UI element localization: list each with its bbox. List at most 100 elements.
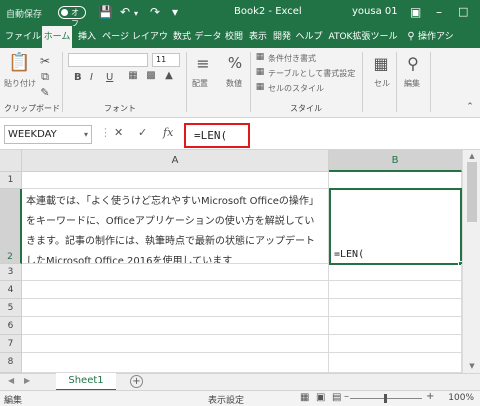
- conditional-format-icon: ▦: [255, 52, 265, 62]
- cell-a8[interactable]: [22, 353, 329, 373]
- name-box[interactable]: WEEKDAY ▾: [4, 125, 92, 144]
- undo-icon[interactable]: ↶: [120, 5, 130, 19]
- enter-icon[interactable]: ✓: [138, 126, 147, 139]
- tab-data[interactable]: データ: [194, 26, 222, 48]
- sheet-next-icon[interactable]: ▶: [24, 376, 30, 385]
- cell-a3[interactable]: [22, 264, 329, 281]
- page-layout-view-icon[interactable]: ▣: [316, 392, 325, 403]
- cell-b6[interactable]: [329, 317, 462, 335]
- minimize-icon[interactable]: –: [436, 5, 442, 19]
- vertical-scrollbar[interactable]: ▲ ▼: [462, 150, 480, 373]
- font-color-icon[interactable]: ▲: [162, 70, 176, 81]
- paste-label[interactable]: 貼り付け: [4, 78, 36, 89]
- column-header-b[interactable]: B: [329, 150, 462, 172]
- cell-a5[interactable]: [22, 299, 329, 317]
- formula-input[interactable]: =LEN(: [184, 123, 250, 148]
- cell-b4[interactable]: [329, 281, 462, 299]
- column-header-a[interactable]: A: [22, 150, 329, 172]
- paste-icon[interactable]: 📋: [8, 52, 30, 73]
- row-header-6[interactable]: 6: [0, 317, 22, 335]
- row-header-3[interactable]: 3: [0, 264, 22, 281]
- user-name[interactable]: yousa 01: [352, 6, 398, 17]
- customize-icon[interactable]: ▾: [172, 5, 178, 19]
- editing-label[interactable]: 編集: [404, 78, 420, 89]
- row-header-4[interactable]: 4: [0, 281, 22, 299]
- separator: [186, 52, 187, 112]
- number-format-icon[interactable]: %: [224, 54, 246, 72]
- sheet-prev-icon[interactable]: ◀: [8, 376, 14, 385]
- save-icon[interactable]: 💾: [98, 5, 113, 19]
- cell-b1[interactable]: [329, 172, 462, 189]
- tab-help[interactable]: ヘルプ: [294, 26, 324, 48]
- zoom-out-icon[interactable]: –: [344, 391, 349, 402]
- tab-tell-me[interactable]: 操作アシ: [418, 26, 480, 48]
- row-header-5[interactable]: 5: [0, 299, 22, 317]
- ribbon-display-icon[interactable]: ▣: [410, 5, 421, 19]
- tab-insert[interactable]: 挿入: [74, 26, 100, 48]
- row-header-1[interactable]: 1: [0, 172, 22, 189]
- tab-atok[interactable]: ATOK拡張ツール: [324, 26, 402, 48]
- cell-styles-button[interactable]: セルのスタイル: [268, 83, 324, 94]
- chevron-down-icon[interactable]: ▾: [84, 126, 88, 143]
- cell-b3[interactable]: [329, 264, 462, 281]
- cell-b8[interactable]: [329, 353, 462, 373]
- format-painter-icon[interactable]: ✎: [38, 86, 52, 99]
- font-name-combo[interactable]: [68, 53, 148, 67]
- zoom-slider-knob[interactable]: [384, 394, 387, 403]
- tab-page-layout[interactable]: ページ レイアウト: [101, 26, 169, 64]
- tab-formulas[interactable]: 数式: [170, 26, 194, 48]
- row-header-7[interactable]: 7: [0, 335, 22, 353]
- select-all-corner[interactable]: [0, 150, 22, 172]
- tab-review[interactable]: 校閲: [222, 26, 246, 48]
- zoom-level[interactable]: 100%: [448, 393, 474, 403]
- cell-b2-active[interactable]: =LEN(: [329, 188, 462, 265]
- cut-icon[interactable]: ✂: [38, 54, 52, 68]
- autosave-toggle[interactable]: オフ: [58, 6, 86, 28]
- display-settings-button[interactable]: 表示設定: [208, 393, 244, 406]
- tab-file[interactable]: ファイル: [4, 26, 42, 48]
- cancel-icon[interactable]: ✕: [114, 126, 123, 139]
- cells-icon[interactable]: ▦: [370, 54, 392, 73]
- conditional-format-button[interactable]: 条件付き書式: [268, 53, 316, 64]
- normal-view-icon[interactable]: ▦: [300, 392, 309, 403]
- format-as-table-button[interactable]: テーブルとして書式設定: [268, 68, 355, 79]
- scroll-thumb[interactable]: [467, 162, 477, 222]
- tab-view[interactable]: 表示: [246, 26, 270, 48]
- tab-home[interactable]: ホーム: [42, 26, 72, 48]
- tab-developer[interactable]: 開発: [270, 26, 294, 48]
- cells-label[interactable]: セル: [374, 78, 390, 89]
- row-header-8[interactable]: 8: [0, 353, 22, 373]
- italic-button[interactable]: I: [90, 72, 93, 83]
- insert-function-icon[interactable]: fx: [163, 126, 173, 139]
- number-label[interactable]: 数値: [226, 78, 242, 89]
- fill-color-icon[interactable]: ▩: [144, 70, 158, 81]
- cell-b5[interactable]: [329, 299, 462, 317]
- title-bar: 自動保存 オフ 💾 ↶ ▾ ↷ ▾ Book2 - Excel yousa 01…: [0, 0, 480, 28]
- copy-icon[interactable]: ⧉: [38, 70, 52, 84]
- page-break-view-icon[interactable]: ▤: [332, 392, 341, 403]
- cell-b7[interactable]: [329, 335, 462, 353]
- zoom-in-icon[interactable]: +: [426, 391, 434, 402]
- collapse-ribbon-icon[interactable]: ⌃: [464, 102, 476, 112]
- cell-a7[interactable]: [22, 335, 329, 353]
- scroll-down-icon[interactable]: ▼: [463, 362, 480, 370]
- border-icon[interactable]: ▦: [126, 70, 140, 81]
- maximize-icon[interactable]: □: [458, 5, 468, 19]
- undo-dropdown-icon[interactable]: ▾: [134, 7, 138, 21]
- cell-a1[interactable]: [22, 172, 329, 189]
- alignment-label[interactable]: 配置: [192, 78, 208, 89]
- underline-button[interactable]: U: [106, 72, 113, 83]
- lightbulb-icon[interactable]: ⚲: [404, 26, 418, 48]
- cell-a6[interactable]: [22, 317, 329, 335]
- redo-icon[interactable]: ↷: [150, 5, 160, 19]
- sheet-tab-sheet1[interactable]: Sheet1: [56, 373, 116, 391]
- alignment-icon[interactable]: ≡: [192, 54, 214, 73]
- scroll-up-icon[interactable]: ▲: [463, 152, 480, 160]
- font-size-combo[interactable]: 11: [152, 53, 180, 67]
- add-sheet-icon[interactable]: +: [130, 375, 143, 388]
- bold-button[interactable]: B: [74, 72, 82, 83]
- search-icon[interactable]: ⚲: [402, 54, 424, 73]
- cell-a4[interactable]: [22, 281, 329, 299]
- cell-a2[interactable]: 本連載では、「よく使うけど忘れやすいMicrosoft Officeの操作」をキ…: [22, 189, 329, 264]
- row-header-2[interactable]: 2: [0, 189, 22, 264]
